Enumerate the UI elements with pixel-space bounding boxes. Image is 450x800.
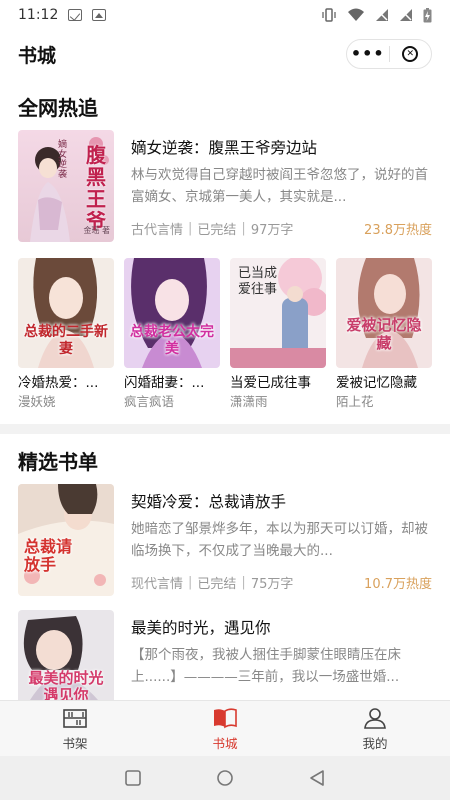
book-title: 闪婚甜妻：... bbox=[124, 375, 205, 391]
book-cover: 总裁老公太完美 bbox=[124, 258, 220, 368]
cover-author: 金瑶 著 bbox=[83, 226, 110, 235]
cover-text: 总裁老公太完美 bbox=[130, 324, 214, 357]
book-status: 已完结 bbox=[197, 223, 237, 238]
book-author: 潇潇雨 bbox=[230, 394, 268, 409]
section-title-hot: 全网热追 bbox=[18, 96, 98, 120]
wifi-icon bbox=[348, 8, 364, 21]
book-words: 75万字 bbox=[250, 577, 294, 592]
book-cover: 腹黑王爷 嫡女逆袭 金瑶 著 bbox=[18, 130, 114, 242]
book-description: 【那个雨夜，我被人捆住手脚蒙住眼睛压在床上......】————三年前，我以一场… bbox=[131, 647, 401, 685]
book-title: 契婚冷爱：总裁请放手 bbox=[131, 493, 287, 511]
notification-check-icon bbox=[68, 9, 83, 21]
cover-text: 最美的时光遇见你 bbox=[28, 669, 104, 701]
no-signal-icon bbox=[376, 9, 388, 21]
home-button[interactable] bbox=[214, 767, 236, 789]
book-list-item[interactable]: 最美的时光遇见你 最美的时光，遇见你 【那个雨夜，我被人捆住手脚蒙住眼睛压在床上… bbox=[18, 610, 432, 700]
more-button[interactable]: ••• bbox=[347, 40, 389, 68]
home-icon bbox=[217, 770, 233, 786]
book-cover: 已当成爱往事 bbox=[230, 258, 326, 368]
tab-bookshelf[interactable]: 书架 bbox=[0, 701, 150, 756]
book-description: 她暗恋了邹景烨多年，本以为那天可以订婚，却被临场换下，不仅成了当晚最大的... bbox=[131, 521, 428, 559]
book-title: 冷婚热爱：... bbox=[18, 375, 99, 391]
section-title-picks: 精选书单 bbox=[18, 450, 98, 474]
tab-label: 书架 bbox=[62, 735, 88, 751]
book-description: 林与欢觉得自己穿越时被阎王爷忽悠了，说好的首富嫡女、京城第一美人，其实就是... bbox=[131, 167, 428, 205]
book-genre: 古代言情 bbox=[131, 223, 184, 238]
more-dots-icon: ••• bbox=[350, 44, 385, 63]
book-meta: 现代言情 | 已完结 | 75万字 10.7万热度 bbox=[131, 575, 432, 592]
mini-program-capsule: ••• ✕ bbox=[346, 39, 432, 69]
book-author: 陌上花 bbox=[336, 394, 374, 409]
cover-subtitle: 嫡女逆袭 bbox=[58, 140, 68, 180]
book-cover: 爱被记忆隐藏 bbox=[336, 258, 432, 368]
grid-book[interactable]: 已当成爱往事 当爱已成往事 潇潇雨 bbox=[230, 258, 326, 409]
bottom-tab-bar: 书架 书城 我的 bbox=[0, 700, 450, 756]
notification-image-icon bbox=[92, 9, 107, 21]
page-title: 书城 bbox=[18, 44, 57, 67]
cover-title: 腹黑王爷 bbox=[86, 143, 106, 233]
book-status: 已完结 bbox=[197, 577, 237, 592]
book-title: 嫡女逆袭：腹黑王爷旁边站 bbox=[131, 139, 318, 157]
grid-book[interactable]: 总裁的二手新妻 冷婚热爱：... 漫妖娆 bbox=[18, 258, 114, 409]
cover-text: 总裁请放手 bbox=[24, 537, 73, 574]
book-heat: 10.7万热度 bbox=[364, 577, 432, 592]
status-time: 11:12 bbox=[18, 7, 59, 23]
featured-book[interactable]: 腹黑王爷 嫡女逆袭 金瑶 著 嫡女逆袭：腹黑王爷旁边站 林与欢觉得自己穿越时被阎… bbox=[18, 130, 432, 242]
status-bar: 11:12 bbox=[0, 0, 450, 30]
book-cover: 总裁请放手 bbox=[18, 484, 114, 596]
book-cover: 最美的时光遇见你 bbox=[18, 610, 114, 700]
vibrate-icon bbox=[322, 8, 336, 22]
close-circle-icon: ✕ bbox=[402, 46, 419, 62]
battery-charging-icon bbox=[423, 7, 432, 22]
back-button[interactable] bbox=[306, 767, 328, 789]
bookshelf-icon bbox=[63, 708, 87, 728]
book-genre: 现代言情 bbox=[131, 577, 184, 592]
cover-text: 已当成爱往事 bbox=[238, 266, 278, 297]
book-info: 契婚冷爱：总裁请放手 她暗恋了邹景烨多年，本以为那天可以订婚，却被临场换下，不仅… bbox=[131, 484, 432, 596]
book-title: 爱被记忆隐藏 bbox=[336, 375, 417, 391]
book-info: 嫡女逆袭：腹黑王爷旁边站 林与欢觉得自己穿越时被阎王爷忽悠了，说好的首富嫡女、京… bbox=[131, 130, 432, 242]
book-author: 漫妖娆 bbox=[18, 394, 56, 409]
hot-books-grid: 总裁的二手新妻 冷婚热爱：... 漫妖娆 总裁老公太完美 闪婚甜妻：... 疯言… bbox=[18, 258, 432, 409]
system-nav-bar bbox=[0, 756, 450, 800]
cover-text: 总裁的二手新妻 bbox=[24, 324, 108, 357]
book-title: 当爱已成往事 bbox=[230, 375, 311, 391]
no-signal-2-icon bbox=[400, 9, 412, 21]
recents-button[interactable] bbox=[122, 767, 144, 789]
cover-text: 爱被记忆隐藏 bbox=[346, 316, 422, 352]
open-book-icon bbox=[214, 707, 237, 728]
book-cover: 总裁的二手新妻 bbox=[18, 258, 114, 368]
recents-icon bbox=[125, 770, 141, 786]
book-meta: 古代言情 | 已完结 | 97万字 23.8万热度 bbox=[131, 221, 432, 238]
book-info: 最美的时光，遇见你 【那个雨夜，我被人捆住手脚蒙住眼睛压在床上......】——… bbox=[131, 610, 432, 700]
grid-book[interactable]: 爱被记忆隐藏 爱被记忆隐藏 陌上花 bbox=[336, 258, 432, 409]
book-title: 最美的时光，遇见你 bbox=[131, 619, 271, 637]
grid-book[interactable]: 总裁老公太完美 闪婚甜妻：... 疯言疯语 bbox=[124, 258, 220, 409]
book-list-item[interactable]: 总裁请放手 契婚冷爱：总裁请放手 她暗恋了邹景烨多年，本以为那天可以订婚，却被临… bbox=[18, 484, 432, 596]
book-heat: 23.8万热度 bbox=[364, 223, 432, 238]
tab-label: 我的 bbox=[362, 735, 388, 751]
section-divider bbox=[0, 424, 450, 434]
app-header: 书城 ••• ✕ bbox=[0, 36, 450, 72]
tab-label: 书城 bbox=[212, 735, 238, 751]
tab-mine[interactable]: 我的 bbox=[300, 701, 450, 756]
book-author: 疯言疯语 bbox=[124, 394, 175, 409]
user-icon bbox=[364, 707, 386, 729]
tab-bookstore[interactable]: 书城 bbox=[150, 701, 300, 756]
book-words: 97万字 bbox=[250, 223, 294, 238]
close-button[interactable]: ✕ bbox=[390, 40, 432, 68]
back-icon bbox=[310, 770, 324, 786]
